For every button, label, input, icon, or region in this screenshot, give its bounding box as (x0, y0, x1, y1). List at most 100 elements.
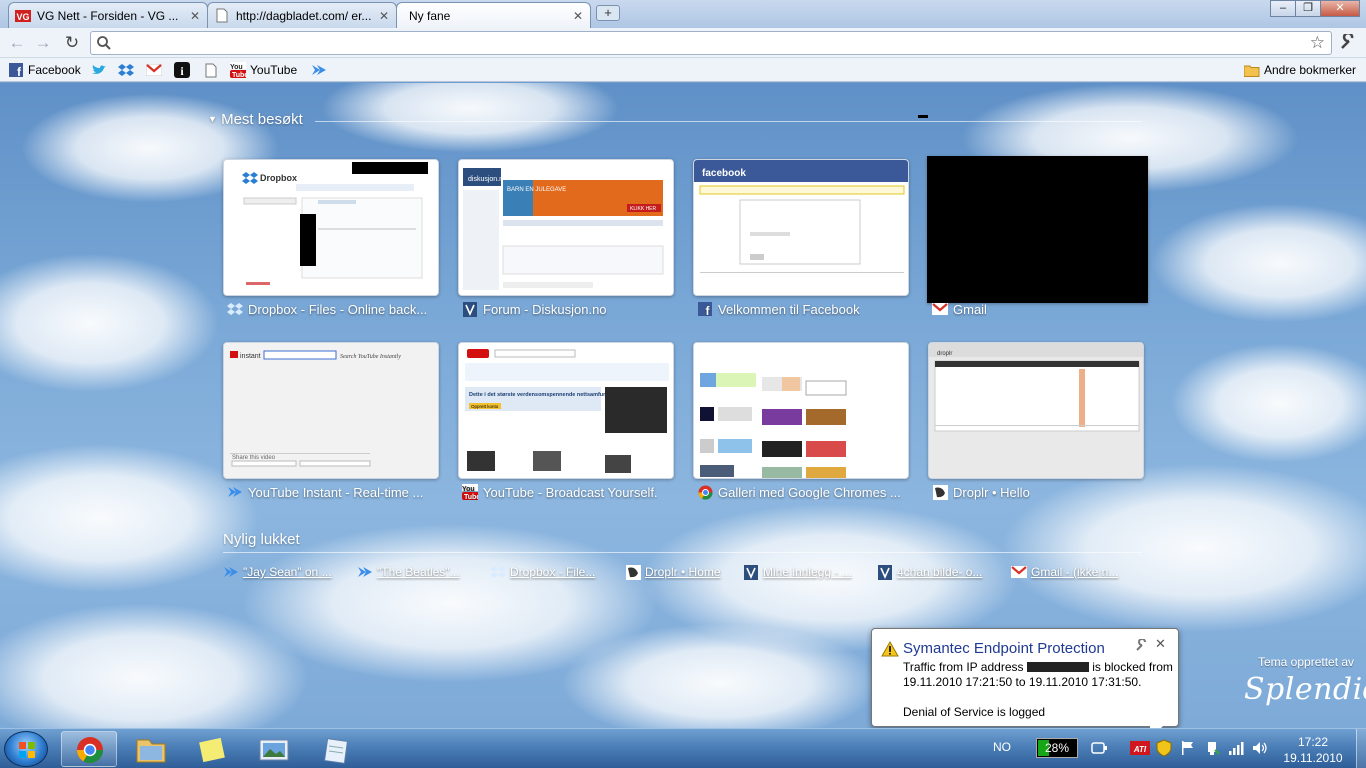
caption-text: Velkommen til Facebook (718, 301, 860, 317)
thumbnail-caption-youtube[interactable]: YouTube YouTube - Broadcast Yourself. (462, 483, 674, 501)
thumbnail-caption-youtube-instant[interactable]: YouTube Instant - Real-time ... (227, 483, 439, 501)
bookmark-twitter[interactable] (91, 61, 107, 79)
recently-closed-item[interactable]: "The Beatles"... (357, 563, 460, 581)
recently-closed-label: Droplr • Home (645, 565, 721, 579)
svg-text:Tube: Tube (464, 494, 478, 500)
reload-button[interactable]: ↻ (62, 33, 82, 53)
symantec-shield-icon[interactable] (1156, 739, 1172, 760)
clock-time: 17:22 (1297, 735, 1329, 749)
diskusjon-ad-text: BARN EN JULEGAVE (507, 187, 566, 193)
safely-remove-icon[interactable] (1204, 740, 1220, 759)
minimize-button[interactable]: – (1270, 0, 1296, 17)
taskbar-sticky-notes[interactable] (184, 731, 240, 767)
chrome-icon (697, 484, 713, 500)
recently-closed-label: Mine innlegg - ... (763, 565, 852, 579)
battery-text: 28% (1044, 741, 1070, 755)
caption-text: YouTube - Broadcast Yourself. (483, 484, 658, 500)
thumbnail-caption-gmail[interactable]: Gmail (932, 300, 1144, 318)
action-center-flag-icon[interactable] (1180, 740, 1196, 759)
language-indicator[interactable]: NO (993, 740, 1011, 754)
thumbnail-facebook[interactable]: facebook (693, 159, 909, 296)
thumbnail-caption-dropbox[interactable]: Dropbox - Files - Online back... (227, 300, 439, 318)
thumbnail-youtube[interactable]: Dette i det største verdensomspennende n… (458, 342, 674, 479)
power-plug-icon[interactable] (1090, 740, 1108, 759)
thumbnail-youtube-instant[interactable]: instant Search YouTube Instantly Share t… (223, 342, 439, 479)
gmail-icon (932, 301, 948, 317)
options-icon[interactable] (1136, 638, 1148, 654)
back-button[interactable]: ← (7, 33, 27, 53)
vg-icon: VG (15, 8, 31, 24)
bookmark-gmail[interactable] (146, 61, 162, 79)
toolbar: ← → ↻ ☆ (0, 28, 1366, 58)
close-icon[interactable]: ✕ (189, 9, 201, 23)
droplr-icon (625, 564, 641, 580)
system-clock[interactable]: 17:22 19.11.2010 (1276, 734, 1350, 766)
recently-closed-title: Nylig lukket (223, 531, 300, 548)
notification-close-button[interactable]: ✕ (1155, 636, 1166, 652)
wrench-menu-icon[interactable] (1340, 31, 1356, 55)
maximize-button[interactable]: ❐ (1295, 0, 1321, 17)
bookmark-dropbox[interactable] (118, 61, 134, 79)
svg-text:VG: VG (16, 12, 29, 22)
bookmark-star-icon[interactable]: ☆ (1310, 33, 1325, 53)
diskusjon-logo-text: diskusjon.no (468, 176, 507, 183)
omnibox[interactable]: ☆ (90, 31, 1332, 55)
recently-closed-item[interactable]: "Jay Sean" on ... (223, 563, 332, 581)
recently-closed-label: 4chan bilde- o... (897, 565, 983, 579)
new-tab-button[interactable]: + (596, 5, 620, 21)
folder-icon (1244, 62, 1260, 78)
bookmark-facebook[interactable]: f Facebook (8, 61, 81, 79)
taskbar-notepad[interactable] (307, 731, 363, 767)
ati-icon[interactable]: ATI (1130, 741, 1150, 758)
close-icon[interactable]: ✕ (572, 9, 584, 23)
bookmark-info[interactable]: i (174, 61, 190, 79)
notification-text: is blocked from (1092, 660, 1173, 674)
tab-vg-nett[interactable]: VG VG Nett - Forsiden - VG ... ✕ (8, 2, 208, 28)
thumbnail-dropbox[interactable]: Dropbox (223, 159, 439, 296)
close-icon[interactable]: ✕ (378, 9, 390, 23)
thumbnail-droplr[interactable]: droplr (928, 342, 1144, 479)
tab-dagbladet[interactable]: http://dagbladet.com/ er... ✕ (207, 2, 397, 28)
svg-text:You: You (462, 486, 475, 493)
taskbar-photo-viewer[interactable] (245, 731, 301, 767)
youtube-instant-icon (311, 62, 327, 78)
address-input[interactable] (117, 34, 1297, 52)
recently-closed-item[interactable]: Droplr • Home (625, 563, 721, 581)
recently-closed-item[interactable]: Dropbox - File... (490, 563, 595, 581)
youtube-icon: YouTube (462, 484, 478, 500)
chrome-icon (76, 737, 104, 764)
droplr-page-preview: droplr (929, 343, 1143, 478)
redaction-mark (918, 115, 928, 118)
volume-icon[interactable] (1251, 740, 1269, 759)
thumbnail-diskusjon[interactable]: diskusjon.no BARN EN JULEGAVE KLIKK HER (458, 159, 674, 296)
thumbnail-caption-facebook[interactable]: f Velkommen til Facebook (697, 300, 909, 318)
svg-text:You: You (230, 64, 243, 71)
recently-closed-item[interactable]: 4chan bilde- o... (877, 563, 982, 581)
cloud (320, 83, 620, 153)
thumbnail-chrome-gallery[interactable] (693, 342, 909, 479)
close-window-button[interactable]: ✕ (1320, 0, 1360, 17)
recently-closed-item[interactable]: Gmail - (ikke n... (1011, 563, 1118, 581)
theme-credit: Tema opprettet av (1258, 655, 1355, 669)
thumbnail-caption-diskusjon[interactable]: Forum - Diskusjon.no (462, 300, 674, 318)
network-signal-icon[interactable] (1228, 740, 1244, 759)
taskbar-chrome[interactable] (61, 731, 117, 767)
bookmark-youtube-instant[interactable] (311, 61, 327, 79)
page-icon (214, 8, 230, 24)
bookmark-other-folder[interactable]: Andre bokmerker (1244, 61, 1356, 79)
youtube-instant-logo: instant (240, 353, 261, 360)
thumbnail-caption-droplr[interactable]: Droplr • Hello (932, 483, 1144, 501)
bookmark-page[interactable] (203, 61, 219, 79)
start-button[interactable] (4, 731, 48, 767)
dropbox-icon (227, 301, 243, 317)
bookmark-youtube[interactable]: YouTube YouTube (230, 61, 297, 79)
battery-indicator[interactable]: 28% (1036, 738, 1078, 758)
thumbnail-caption-chrome-gallery[interactable]: Galleri med Google Chromes ... (697, 483, 909, 501)
thumbnail-gmail[interactable] (927, 156, 1148, 303)
show-desktop-button[interactable] (1356, 729, 1366, 768)
tab-new-tab[interactable]: Ny fane ✕ (396, 2, 591, 28)
recently-closed-item[interactable]: Mine innlegg - ... (743, 563, 852, 581)
most-visited-header[interactable]: ▼ Mest besøkt (208, 111, 303, 128)
forward-button[interactable]: → (33, 33, 53, 53)
taskbar-explorer[interactable] (122, 731, 178, 767)
